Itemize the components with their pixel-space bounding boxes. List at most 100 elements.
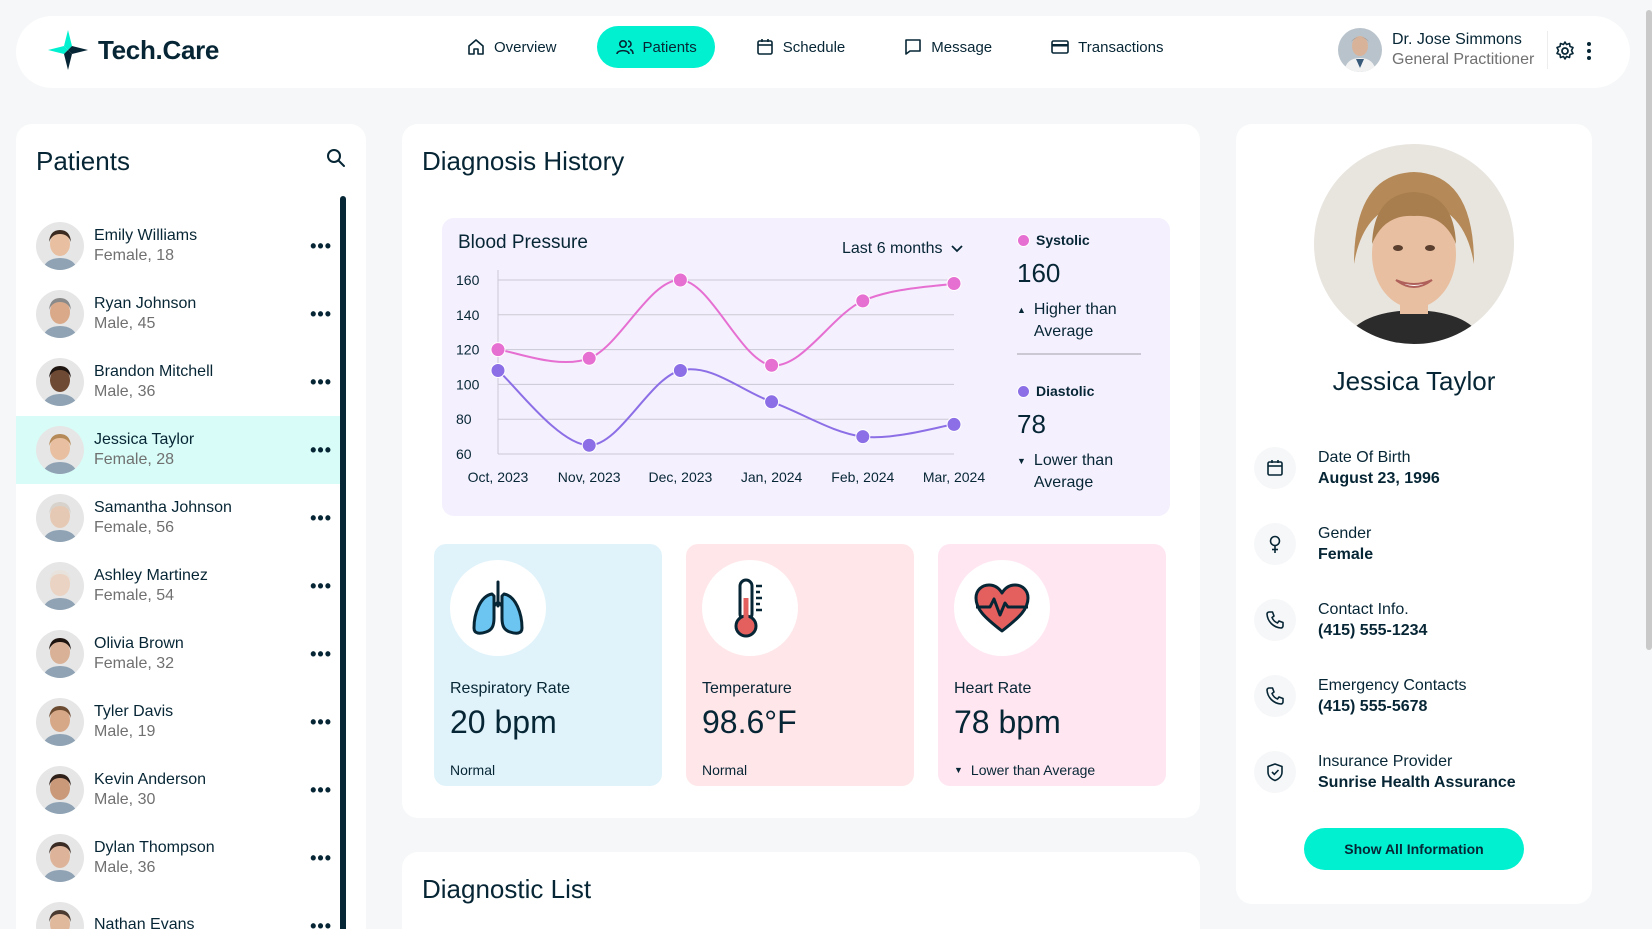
patient-list-scrollbar[interactable]: [340, 196, 346, 929]
show-all-information-button[interactable]: Show All Information: [1304, 828, 1524, 870]
patient-avatar: [36, 494, 84, 542]
calendar-icon: [1267, 460, 1283, 476]
systolic-point[interactable]: [855, 293, 871, 309]
heart-icon: [974, 583, 1030, 633]
main-nav: Overview Patients Schedule Message Trans…: [448, 26, 1181, 68]
patient-row[interactable]: Ashley Martinez Female, 54 •••: [16, 552, 340, 620]
nav-schedule[interactable]: Schedule: [737, 26, 864, 68]
more-horizontal-icon[interactable]: •••: [310, 644, 332, 665]
more-horizontal-icon[interactable]: •••: [310, 236, 332, 257]
more-horizontal-icon[interactable]: •••: [310, 780, 332, 801]
info-key: Gender: [1318, 524, 1372, 542]
more-horizontal-icon[interactable]: •••: [310, 304, 332, 325]
patient-avatar: [36, 834, 84, 882]
calendar-icon: [756, 39, 773, 55]
x-tick-label: Nov, 2023: [558, 469, 621, 485]
more-horizontal-icon[interactable]: •••: [310, 508, 332, 529]
y-tick-label: 140: [456, 307, 480, 323]
patient-name: Jessica Taylor: [1332, 366, 1496, 396]
patient-row[interactable]: Jessica Taylor Female, 28 •••: [16, 416, 340, 484]
patient-avatar: [36, 426, 84, 474]
message-icon: [905, 39, 922, 55]
more-horizontal-icon[interactable]: •••: [310, 440, 332, 461]
patient-meta: Male, 19: [94, 723, 156, 740]
patient-photo: [1314, 144, 1514, 344]
diastolic-point[interactable]: [672, 362, 688, 378]
patient-row[interactable]: Tyler Davis Male, 19 •••: [16, 688, 340, 756]
systolic-point[interactable]: [581, 350, 597, 366]
nav-message[interactable]: Message: [885, 26, 1010, 68]
x-tick-label: Jan, 2024: [741, 469, 803, 485]
patient-meta: Female, 54: [94, 587, 175, 604]
patient-avatar: [36, 902, 84, 929]
gear-icon[interactable]: [1554, 40, 1576, 62]
heart-rate-value: 78 bpm: [954, 704, 1061, 740]
diastolic-point[interactable]: [946, 416, 962, 432]
app-logo[interactable]: Tech.Care: [46, 28, 219, 72]
patient-row[interactable]: Dylan Thompson Male, 36 •••: [16, 824, 340, 892]
diagnosis-history-title: Diagnosis History: [422, 146, 625, 176]
patient-row[interactable]: Brandon Mitchell Male, 36 •••: [16, 348, 340, 416]
diastolic-point[interactable]: [490, 362, 506, 378]
systolic-point[interactable]: [490, 342, 506, 358]
more-horizontal-icon[interactable]: •••: [310, 576, 332, 597]
nav-overview[interactable]: Overview: [448, 26, 575, 68]
nav-patients[interactable]: Patients: [596, 26, 715, 68]
info-date-of-birth: Date Of Birth August 23, 1996: [1254, 430, 1516, 506]
more-horizontal-icon[interactable]: •••: [310, 372, 332, 393]
patient-row[interactable]: Emily Williams Female, 18 •••: [16, 212, 340, 280]
temperature-label: Temperature: [702, 680, 792, 697]
vitals-row: Respiratory Rate 20 bpm Normal Temperatu…: [434, 544, 1166, 786]
diastolic-point[interactable]: [855, 429, 871, 445]
patient-row[interactable]: Samantha Johnson Female, 56 •••: [16, 484, 340, 552]
info-gender: Gender Female: [1254, 506, 1516, 582]
top-actions: [1554, 40, 1592, 62]
nav-transactions[interactable]: Transactions: [1032, 26, 1181, 68]
patient-row[interactable]: Nathan Evans •••: [16, 892, 340, 929]
patient-avatar: [36, 222, 84, 270]
systolic-point[interactable]: [672, 272, 688, 288]
info-insurance: Insurance Provider Sunrise Health Assuran…: [1254, 734, 1516, 810]
systolic-point[interactable]: [764, 357, 780, 373]
respiratory-rate-label: Respiratory Rate: [450, 680, 571, 697]
more-horizontal-icon[interactable]: •••: [310, 712, 332, 733]
patient-list: Emily Williams Female, 18 ••• Ryan Johnson M…: [16, 212, 340, 929]
patient-name: Jessica Taylor: [94, 431, 195, 448]
temperature-status: Normal: [702, 762, 748, 778]
patient-name: Kevin Anderson: [94, 771, 207, 788]
patient-name: Emily Williams: [94, 227, 198, 244]
systolic-point[interactable]: [946, 275, 962, 291]
patient-row[interactable]: Kevin Anderson Male, 30 •••: [16, 756, 340, 824]
patient-row[interactable]: Ryan Johnson Male, 45 •••: [16, 280, 340, 348]
more-vertical-icon[interactable]: [1586, 40, 1592, 62]
doctor-avatar: [1338, 28, 1382, 72]
info-value: Sunrise Health Assurance: [1318, 773, 1516, 791]
more-horizontal-icon[interactable]: •••: [310, 916, 332, 929]
info-emergency: Emergency Contacts (415) 555-5678: [1254, 658, 1516, 734]
patient-profile-card: Jessica Taylor Date Of Birth August 23, 1…: [1236, 124, 1592, 904]
patient-meta: Male, 36: [94, 383, 156, 400]
patients-panel: Patients Emily Williams Female, 18 ••• Ryan…: [16, 124, 366, 929]
temperature-value: 98.6°F: [702, 704, 797, 740]
patient-row[interactable]: Olivia Brown Female, 32 •••: [16, 620, 340, 688]
time-range-label: Last 6 months: [842, 240, 943, 257]
credit-card-icon: [1051, 40, 1069, 54]
shield-icon: [1267, 763, 1283, 782]
doctor-profile[interactable]: Dr. Jose Simmons General Practitioner: [1338, 28, 1548, 72]
y-tick-label: 60: [456, 446, 472, 462]
diastolic-point[interactable]: [764, 394, 780, 410]
diastolic-point[interactable]: [581, 437, 597, 453]
info-contact: Contact Info. (415) 555-1234: [1254, 582, 1516, 658]
info-key: Emergency Contacts: [1318, 676, 1467, 694]
nav-patients-label: Patients: [642, 38, 697, 56]
patient-info-list: Date Of Birth August 23, 1996 Gender Femal…: [1254, 430, 1516, 810]
search-icon[interactable]: [326, 148, 346, 168]
nav-message-label: Message: [931, 38, 993, 56]
patient-avatar: [36, 562, 84, 610]
info-key: Contact Info.: [1318, 600, 1409, 618]
systolic-value: 160: [1017, 258, 1061, 288]
time-range-select[interactable]: Last 6 months: [842, 240, 963, 258]
page-scrollbar[interactable]: [1646, 10, 1652, 650]
patient-avatar: [36, 358, 84, 406]
more-horizontal-icon[interactable]: •••: [310, 848, 332, 869]
